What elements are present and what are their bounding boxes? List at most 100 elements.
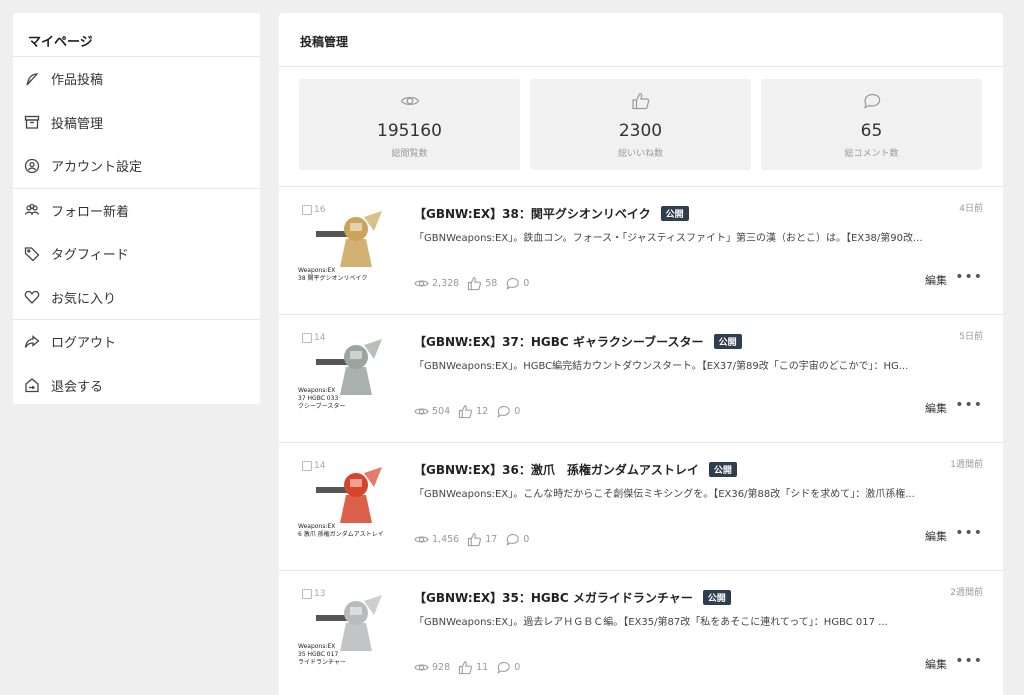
thumbnail-caption-line: クシーブースター <box>298 403 346 410</box>
sidebar-item-label: アカウント設定 <box>51 160 143 176</box>
views-value: 928 <box>432 662 451 673</box>
edit-button[interactable]: 編集 <box>925 400 947 416</box>
views-count: 928 <box>414 660 450 675</box>
post-thumbnail[interactable]: 14 Weapons:EX 6 激爪 孫権ガンダムアストレイ <box>298 457 394 553</box>
eye-icon <box>414 664 429 671</box>
feather-icon <box>23 70 41 88</box>
eye-icon <box>414 280 429 287</box>
image-count: 16 <box>302 205 325 215</box>
more-options-icon[interactable]: ••• <box>955 398 983 412</box>
more-options-icon[interactable]: ••• <box>955 526 983 540</box>
sidebar-item-logout[interactable]: ログアウト <box>13 320 260 364</box>
post-title[interactable]: 【GBNW:EX】35：HGBC メガライドランチャー <box>414 589 693 606</box>
more-options-icon[interactable]: ••• <box>955 654 983 668</box>
thumbnail-caption: Weapons:EX 6 激爪 孫権ガンダムアストレイ <box>298 523 384 539</box>
thumbs-up-icon <box>631 91 651 115</box>
thumbnail-caption-line: Weapons:EX <box>298 387 336 394</box>
likes-count: 17 <box>467 532 497 547</box>
thumbnail-caption-line: ライドランチャー <box>298 659 346 666</box>
stat-total-likes: 2300 総いいね数 <box>530 79 751 170</box>
stat-label: 総いいね数 <box>617 149 663 159</box>
sidebar-item-tag-feed[interactable]: タグフィード <box>13 232 260 276</box>
likes-value: 17 <box>485 534 498 545</box>
thumbnail-caption-line: 38 関平グシオンリベイク <box>298 275 368 282</box>
comment-icon <box>497 406 510 418</box>
stats-row: 195160 総閲覧数 2300 総いいね数 65 総コメント数 <box>279 67 1003 171</box>
sidebar-item-post-management[interactable]: 投稿管理 <box>13 101 260 145</box>
image-count: 14 <box>302 461 325 471</box>
sidebar-item-account-settings[interactable]: アカウント設定 <box>13 144 260 188</box>
stat-label: 総コメント数 <box>844 149 899 159</box>
views-value: 1,456 <box>432 534 460 545</box>
eye-icon <box>414 536 429 543</box>
edit-button[interactable]: 編集 <box>925 272 947 288</box>
post-meta: 1,456 17 0 <box>414 532 537 547</box>
page-title: 投稿管理 <box>279 13 1003 67</box>
comments-value: 0 <box>514 662 521 673</box>
sidebar-item-withdraw[interactable]: 退会する <box>13 364 260 408</box>
post-description: 「GBNWeapons:EX」。鉄血コン。フォース・「ジャスティスファイト」第三… <box>414 233 923 244</box>
sidebar-group-2: フォロー新着 タグフィード お気に入り <box>13 189 260 320</box>
post-thumbnail[interactable]: 16 Weapons:EX 38 関平グシオンリベイク <box>298 201 394 297</box>
stat-value: 65 <box>860 121 883 141</box>
thumbs-up-icon <box>468 533 482 547</box>
image-stack-icon <box>302 461 312 471</box>
sidebar: マイページ 作品投稿 投稿管理 アカウント設定 フォロー新着 タグフィード お気… <box>13 13 260 404</box>
post-title[interactable]: 【GBNW:EX】37：HGBC ギャラクシーブースター <box>414 333 704 350</box>
post-item[interactable]: 14 Weapons:EX 6 激爪 孫権ガンダムアストレイ 【GBNW:EX】… <box>279 443 1003 571</box>
likes-value: 11 <box>476 662 489 673</box>
views-count: 504 <box>414 404 450 419</box>
post-item[interactable]: 13 Weapons:EX 35 HGBC 017 ライドランチャー 【GBNW… <box>279 571 1003 695</box>
post-list: 16 Weapons:EX 38 関平グシオンリベイク 【GBNW:EX】38：… <box>279 186 1003 695</box>
likes-value: 58 <box>485 278 498 289</box>
post-meta: 928 11 0 <box>414 660 528 675</box>
image-count: 13 <box>302 589 325 599</box>
thumbnail-caption-line: 6 激爪 孫権ガンダムアストレイ <box>298 531 384 538</box>
more-options-icon[interactable]: ••• <box>955 270 983 284</box>
views-value: 2,328 <box>432 278 460 289</box>
post-description: 「GBNWeapons:EX」。過去レアＨＧＢＣ編。【EX35/第87改「私をあ… <box>414 617 888 628</box>
comment-icon <box>506 278 520 290</box>
edit-button[interactable]: 編集 <box>925 528 947 544</box>
sidebar-item-label: 退会する <box>51 379 104 395</box>
post-title[interactable]: 【GBNW:EX】38：関平グシオンリベイク <box>414 205 651 222</box>
post-title[interactable]: 【GBNW:EX】36：激爪 孫権ガンダムアストレイ <box>414 461 699 478</box>
post-thumbnail[interactable]: 14 Weapons:EX 37 HGBC 033 クシーブースター <box>298 329 394 425</box>
post-title-row: 【GBNW:EX】35：HGBC メガライドランチャー 公開 <box>414 589 731 606</box>
eye-icon <box>400 91 420 115</box>
thumbnail-caption-line: Weapons:EX <box>298 643 336 650</box>
sidebar-item-follow-new[interactable]: フォロー新着 <box>13 189 260 233</box>
post-thumbnail[interactable]: 13 Weapons:EX 35 HGBC 017 ライドランチャー <box>298 585 394 681</box>
sidebar-item-post-work[interactable]: 作品投稿 <box>13 57 260 101</box>
thumbnail-caption: Weapons:EX 38 関平グシオンリベイク <box>298 267 367 283</box>
edit-button[interactable]: 編集 <box>925 656 947 672</box>
thumbs-up-icon <box>459 661 473 675</box>
comment-icon <box>862 91 882 115</box>
post-meta: 504 12 0 <box>414 404 528 419</box>
post-item[interactable]: 16 Weapons:EX 38 関平グシオンリベイク 【GBNW:EX】38：… <box>279 187 1003 315</box>
sidebar-group-1: 作品投稿 投稿管理 アカウント設定 <box>13 57 260 189</box>
likes-count: 11 <box>458 660 488 675</box>
sidebar-item-favorites[interactable]: お気に入り <box>13 276 260 320</box>
image-count-value: 14 <box>314 461 326 471</box>
post-description: 「GBNWeapons:EX」。こんな時だからこそ創傑伝ミキシングを。【EX36… <box>414 489 915 500</box>
home-exit-icon <box>23 376 41 394</box>
status-badge: 公開 <box>702 590 731 605</box>
likes-count: 12 <box>458 404 488 419</box>
comment-icon <box>506 534 520 546</box>
eye-icon <box>414 408 429 415</box>
post-title-row: 【GBNW:EX】38：関平グシオンリベイク 公開 <box>414 205 689 222</box>
status-badge: 公開 <box>708 462 737 477</box>
image-count-value: 13 <box>314 589 326 599</box>
image-stack-icon <box>302 333 312 343</box>
views-count: 2,328 <box>414 276 459 291</box>
post-item[interactable]: 14 Weapons:EX 37 HGBC 033 クシーブースター 【GBNW… <box>279 315 1003 443</box>
views-value: 504 <box>432 406 451 417</box>
tag-icon <box>23 245 41 263</box>
users-icon <box>23 201 41 219</box>
post-time: 2週間前 <box>950 588 983 598</box>
sidebar-item-label: フォロー新着 <box>51 204 130 220</box>
stat-total-comments: 65 総コメント数 <box>761 79 982 170</box>
image-count-value: 16 <box>314 205 326 215</box>
figure-illustration <box>316 211 382 267</box>
